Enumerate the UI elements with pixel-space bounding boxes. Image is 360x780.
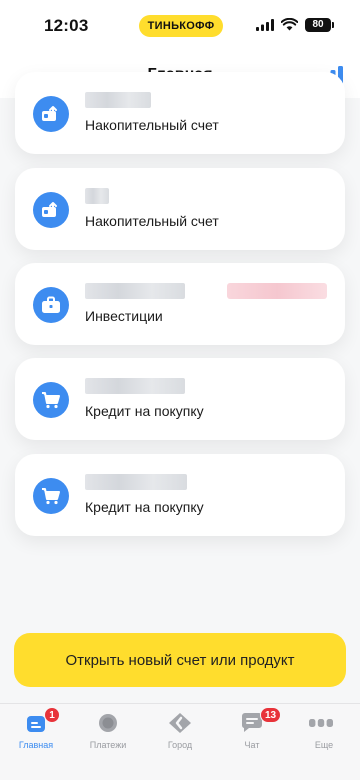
tab-city[interactable]: Город [144,704,216,780]
account-label: Инвестиции [85,308,163,324]
hidden-yield [227,283,327,299]
shopping-cart-icon [33,382,69,418]
account-card-savings-2[interactable]: Накопительный счет [15,168,345,250]
savings-deposit-icon [33,96,69,132]
status-time: 12:03 [44,16,89,35]
savings-deposit-icon [33,192,69,228]
tab-chat[interactable]: 13 Чат [216,704,288,780]
hidden-balance [85,283,185,299]
wifi-icon [281,18,298,31]
shopping-cart-icon [33,478,69,514]
briefcase-icon [33,287,69,323]
tab-label: Платежи [89,740,127,750]
tab-home[interactable]: 1 Главная [0,704,72,780]
tab-more[interactable]: Еще [288,704,360,780]
tab-label: Еще [314,740,334,750]
city-icon [169,713,191,733]
account-card-savings-1[interactable]: Накопительный счет [15,72,345,154]
hidden-balance [85,188,109,204]
account-label: Кредит на покупку [85,499,204,515]
payments-icon [99,714,117,732]
tab-label: Главная [18,740,54,750]
hidden-balance [85,378,185,394]
account-card-investments[interactable]: Инвестиции [15,263,345,345]
hidden-balance [85,474,187,490]
tab-bar: 1 Главная Платежи Город 13 Чат Еще [0,703,360,780]
hidden-balance [85,92,151,108]
bank-name-pill[interactable]: ТИНЬКОФФ [139,15,223,37]
account-label: Кредит на покупку [85,403,204,419]
cellular-signal-icon [256,19,274,31]
tab-label: Город [167,740,193,750]
more-icon [309,719,333,727]
tab-payments[interactable]: Платежи [72,704,144,780]
notification-badge: 1 [44,707,60,723]
open-new-product-button[interactable]: Открыть новый счет или продукт [14,633,346,687]
notification-badge: 13 [260,707,282,723]
battery-icon: 80 [305,18,334,32]
tab-label: Чат [244,740,260,750]
account-label: Накопительный счет [85,117,219,133]
account-card-credit-1[interactable]: Кредит на покупку [15,358,345,440]
status-bar: 12:03 ТИНЬКОФФ 80 [0,0,360,50]
account-card-credit-2[interactable]: Кредит на покупку [15,454,345,536]
account-label: Накопительный счет [85,213,219,229]
